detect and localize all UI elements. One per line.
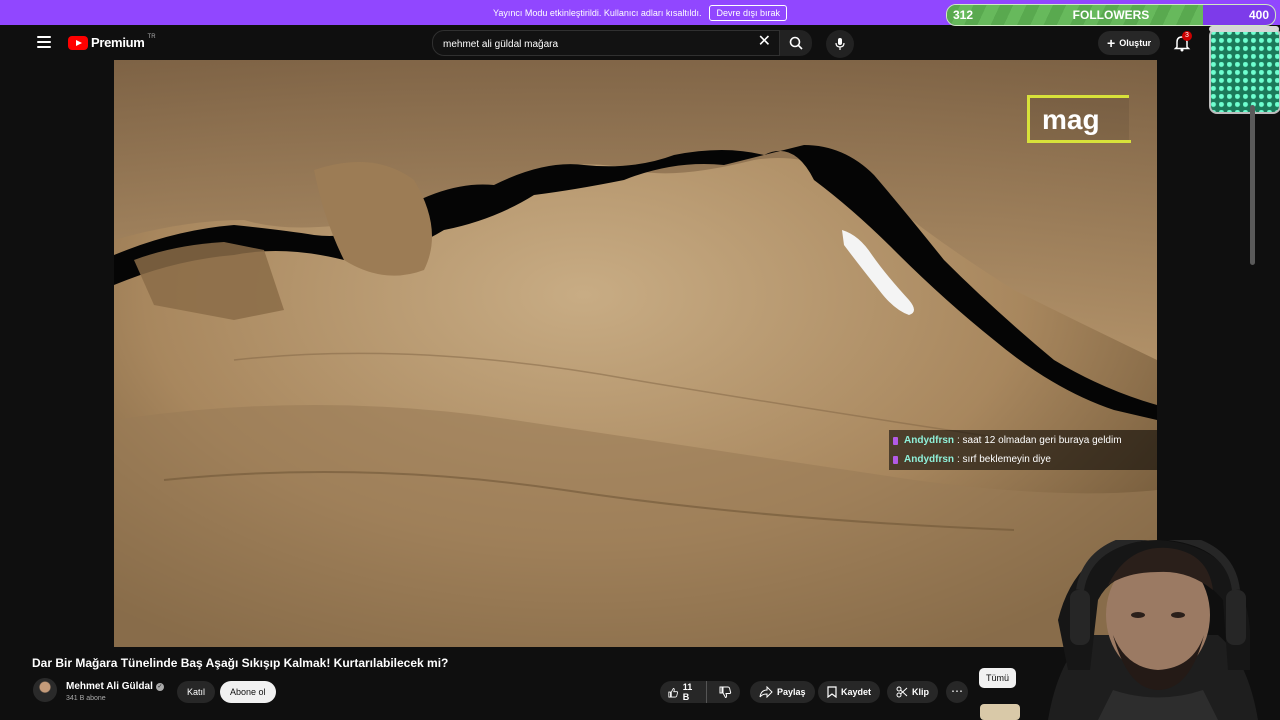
channel-avatar[interactable] [33,678,57,702]
chat-username: Andydfrsn [904,435,954,446]
search-icon [789,36,803,50]
chat-badge-icon [893,455,898,464]
share-label: Paylaş [777,687,806,697]
microphone-icon [835,38,845,50]
plus-icon: + [1107,35,1116,51]
hamburger-menu-icon[interactable] [37,36,51,48]
disable-streamer-mode-button[interactable]: Devre dışı bırak [709,4,787,21]
recommended-video-thumbnail[interactable] [980,704,1020,720]
follower-goal-label: FOLLOWERS [1072,8,1150,22]
save-button[interactable]: Kaydet [818,681,881,703]
notification-count-badge: 3 [1182,31,1192,41]
clear-search-icon[interactable]: ✕ [758,34,771,50]
youtube-header: Premium TR ✕ + Oluştur 3 [22,27,1208,59]
voice-search-button[interactable] [826,30,854,58]
chat-message: Andydfrsn : saat 12 olmadan geri buraya … [889,431,1157,450]
chat-text: : saat 12 olmadan geri buraya geldim [957,435,1122,446]
logo-brand-text: Premium [91,35,145,50]
search-input[interactable] [441,35,745,53]
channel-name: Mehmet Ali Güldal [66,681,153,692]
cave-scene-image [114,60,1157,647]
chat-username: Andydfrsn [904,454,954,465]
subscribe-button[interactable]: Abone ol [220,681,276,703]
follower-goal-target: 400 [1248,8,1269,22]
bookmark-icon [827,686,837,698]
create-label: Oluştur [1119,38,1152,48]
scissors-icon [896,686,908,698]
thumbs-up-icon [668,687,679,697]
youtube-premium-logo[interactable]: Premium TR [68,33,156,50]
chat-message: Andydfrsn : sırf beklemeyin diye [889,450,1157,469]
logo-region-code: TR [147,33,156,40]
streamer-webcam-overlay [1018,540,1280,720]
youtube-logo-icon [68,35,88,50]
chat-text: : sırf beklemeyin diye [957,454,1051,465]
chat-badge-icon [893,436,898,445]
verified-check-icon: ✓ [155,682,164,691]
search-button[interactable] [780,30,812,56]
thumbs-down-icon [719,686,732,698]
create-button[interactable]: + Oluştur [1098,31,1161,55]
video-player[interactable]: mag [114,60,1157,647]
channel-name-link[interactable]: Mehmet Ali Güldal ✓ [66,681,164,692]
like-count: 11 B [682,682,693,702]
overlay-highlight-label: mag [1027,95,1131,143]
streamer-webcam-image [1048,540,1258,720]
more-actions-icon[interactable]: ⋯ [946,681,968,703]
like-button[interactable]: 11 B [660,681,707,703]
save-label: Kaydet [841,687,872,697]
tip-jar-overlay [1209,26,1280,114]
subscriber-count: 341 B abone [66,695,106,702]
follower-goal-bar: 312 FOLLOWERS 400 [946,4,1276,26]
streamer-mode-message: Yayıncı Modu etkinleştirildi. Kullanıcı … [493,7,702,18]
page-scrollbar[interactable] [1250,105,1255,265]
join-button[interactable]: Katıl [177,681,216,703]
like-dislike-group: 11 B [660,681,740,703]
chip-all[interactable]: Tümü [979,668,1017,688]
clip-button[interactable]: Klip [887,681,938,703]
search-box: ✕ [432,30,780,56]
share-icon [759,686,773,698]
stream-chat-overlay: Andydfrsn : saat 12 olmadan geri buraya … [889,430,1157,470]
share-button[interactable]: Paylaş [750,681,815,703]
video-title: Dar Bir Mağara Tünelinde Baş Aşağı Sıkış… [32,656,449,670]
dislike-button[interactable] [711,681,740,703]
clip-label: Klip [912,687,929,697]
